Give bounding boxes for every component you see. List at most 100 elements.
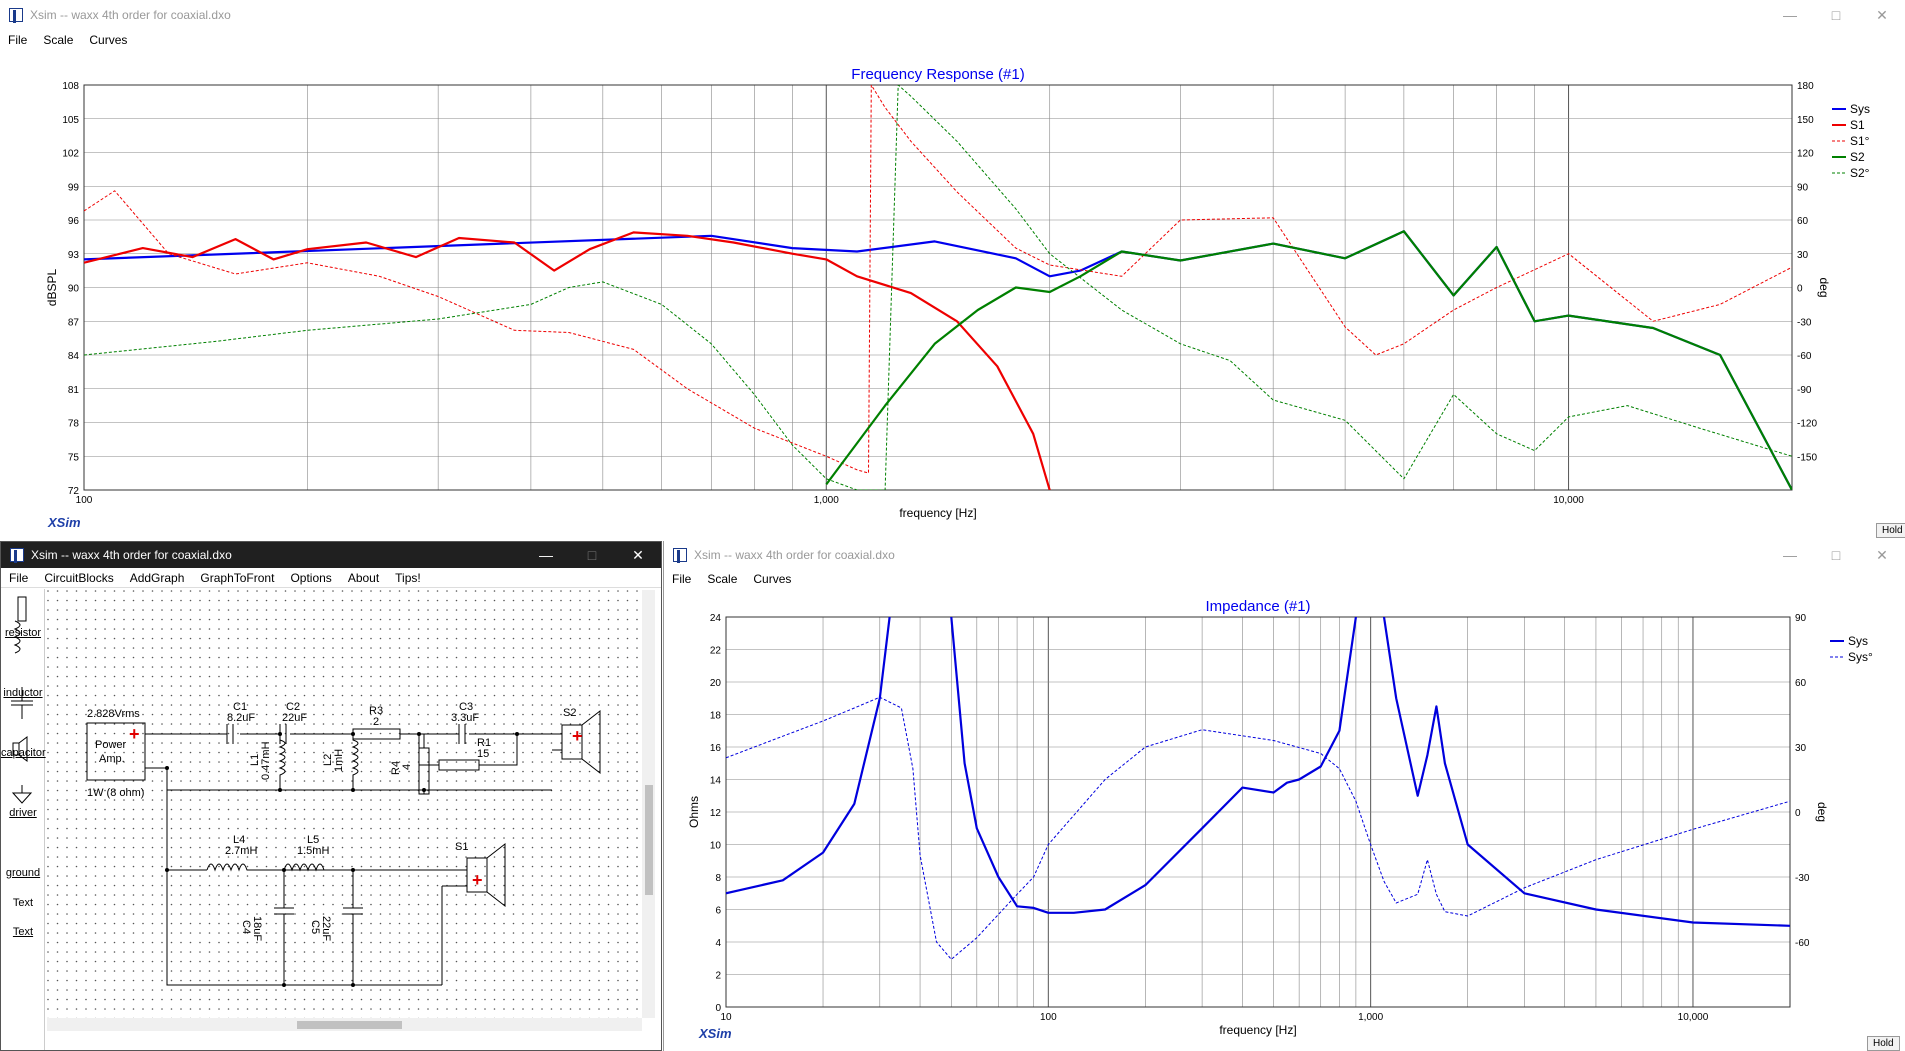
r1-value: 15	[477, 748, 489, 760]
palette-driver[interactable]: driver	[1, 807, 45, 819]
y-tick-label: 16	[710, 743, 722, 754]
circuit-menu-bar: File CircuitBlocks AddGraph GraphToFront…	[1, 568, 661, 588]
y2-axis-label: deg	[1817, 277, 1831, 297]
y-tick-label: 20	[710, 678, 722, 689]
c2-value: 22uF	[282, 712, 307, 724]
legend-label: S2°	[1850, 166, 1870, 180]
series-line-1	[84, 231, 1051, 490]
y-tick-label: 81	[68, 385, 80, 396]
y-tick-label: 14	[710, 776, 722, 787]
l4-value: 2.7mH	[225, 845, 257, 857]
y2-tick-label: 180	[1797, 81, 1814, 92]
series-line-3	[825, 230, 1792, 490]
y2-tick-label: -30	[1797, 317, 1812, 328]
close-icon[interactable]: ✕	[1859, 547, 1905, 564]
y-tick-label: 18	[710, 711, 722, 722]
frequency-response-chart: Frequency Response (#1) 108 105 102 99 96 93 90…	[45, 66, 1870, 520]
y2-tick-label: 30	[1795, 743, 1807, 754]
y2-tick-label: 0	[1795, 808, 1801, 819]
x-axis-label: frequency [Hz]	[1219, 1023, 1296, 1037]
source-label-amp: Amp.	[99, 753, 125, 765]
x-tick-label: 100	[76, 495, 93, 506]
x-tick-label: 100	[1040, 1012, 1057, 1023]
series-group	[726, 617, 1790, 960]
y-axis-label: Ohms	[687, 796, 701, 828]
impedance-window: Xsim -- waxx 4th order for coaxial.dxo —…	[663, 541, 1905, 1051]
x-tick-label: 1,000	[814, 495, 839, 506]
y-tick-label: 96	[68, 216, 80, 227]
y-tick-label: 78	[68, 419, 80, 430]
plus-icon: +	[129, 724, 140, 744]
hold-button[interactable]: Hold	[1876, 523, 1905, 538]
y2-tick-label: -120	[1797, 419, 1817, 430]
minimize-icon[interactable]: —	[1767, 547, 1813, 563]
circuit-canvas[interactable]: 2.828Vrms Power Amp. 1W (8 ohm) C1 8.2uF…	[47, 590, 655, 1040]
series-line-1	[726, 696, 1790, 960]
source-label-power: Power	[95, 739, 127, 751]
c3-value: 3.3uF	[451, 712, 479, 724]
menu-circuitblocks[interactable]: CircuitBlocks	[36, 568, 121, 587]
source-voltage: 2.828Vrms	[87, 708, 140, 720]
palette-ground[interactable]: ground	[1, 867, 45, 879]
close-icon[interactable]: ✕	[1859, 7, 1905, 24]
app-icon	[10, 548, 24, 563]
palette-inductor[interactable]: inductor	[1, 687, 45, 699]
menu-file[interactable]: File	[0, 30, 35, 50]
hold-button[interactable]: Hold	[1867, 1036, 1900, 1051]
horizontal-scrollbar-thumb	[297, 1021, 402, 1029]
impedance-chart: Impedance (#1)24222018161412108642090603…	[687, 598, 1873, 1037]
y-tick-label: 108	[62, 81, 79, 92]
menu-curves[interactable]: Curves	[745, 569, 799, 589]
y-tick-label: 2	[715, 971, 721, 982]
maximize-icon[interactable]: □	[1813, 547, 1859, 563]
menu-file[interactable]: File	[1, 568, 36, 587]
y2-tick-label: -60	[1795, 938, 1810, 949]
y2-tick-label: 30	[1797, 250, 1809, 261]
y-tick-label: 99	[68, 182, 80, 193]
palette-text[interactable]: Text	[1, 897, 45, 909]
y2-tick-label: 60	[1797, 216, 1809, 227]
y2-tick-label: -60	[1797, 351, 1812, 362]
minimize-icon[interactable]: —	[1767, 7, 1813, 23]
x-tick-label: 10,000	[1678, 1012, 1709, 1023]
menu-bar: File Scale Curves	[0, 30, 1905, 50]
menu-about[interactable]: About	[340, 568, 387, 587]
x-tick-label: 10,000	[1553, 495, 1584, 506]
driver-s1-label: S1	[455, 841, 468, 853]
ground-icon	[11, 785, 33, 804]
close-icon[interactable]: ✕	[615, 547, 661, 564]
minimize-icon[interactable]: —	[523, 547, 569, 563]
menu-graphtofront[interactable]: GraphToFront	[192, 568, 282, 587]
menu-addgraph[interactable]: AddGraph	[122, 568, 193, 587]
y-tick-label: 90	[68, 284, 80, 295]
title-bar: Xsim -- waxx 4th order for coaxial.dxo —…	[664, 541, 1905, 569]
y-tick-label: 22	[710, 646, 722, 657]
legend-label: Sys	[1848, 634, 1868, 648]
app-icon	[9, 8, 23, 23]
y2-axis-label: deg	[1815, 802, 1829, 822]
window-title: Xsim -- waxx 4th order for coaxial.dxo	[30, 8, 231, 22]
frequency-response-window: Xsim -- waxx 4th order for coaxial.dxo —…	[0, 0, 1905, 541]
maximize-icon[interactable]: □	[1813, 7, 1859, 23]
legend-label: Sys	[1850, 102, 1870, 116]
l2-value: 1mH	[333, 749, 345, 772]
source-power: 1W (8 ohm)	[87, 787, 144, 799]
series-line-0	[84, 230, 1792, 490]
menu-options[interactable]: Options	[282, 568, 339, 587]
y-tick-label: 4	[715, 938, 721, 949]
l1-value: 0.47mH	[260, 741, 272, 780]
legend-label: S1°	[1850, 134, 1870, 148]
menu-scale[interactable]: Scale	[699, 569, 745, 589]
menu-curves[interactable]: Curves	[81, 30, 135, 50]
palette-resistor[interactable]: resistor	[1, 627, 45, 639]
palette-capacitor[interactable]: capacitor	[1, 747, 46, 759]
palette-text-underlined[interactable]: Text	[1, 926, 45, 938]
c5-name: C5	[309, 920, 321, 934]
maximize-icon[interactable]: □	[569, 547, 615, 563]
y2-tick-label: 90	[1797, 182, 1809, 193]
title-bar: Xsim -- waxx 4th order for coaxial.dxo —…	[0, 0, 1905, 30]
menu-file[interactable]: File	[664, 569, 699, 589]
menu-scale[interactable]: Scale	[35, 30, 81, 50]
x-axis-label: frequency [Hz]	[899, 506, 976, 520]
menu-tips[interactable]: Tips!	[387, 568, 429, 587]
